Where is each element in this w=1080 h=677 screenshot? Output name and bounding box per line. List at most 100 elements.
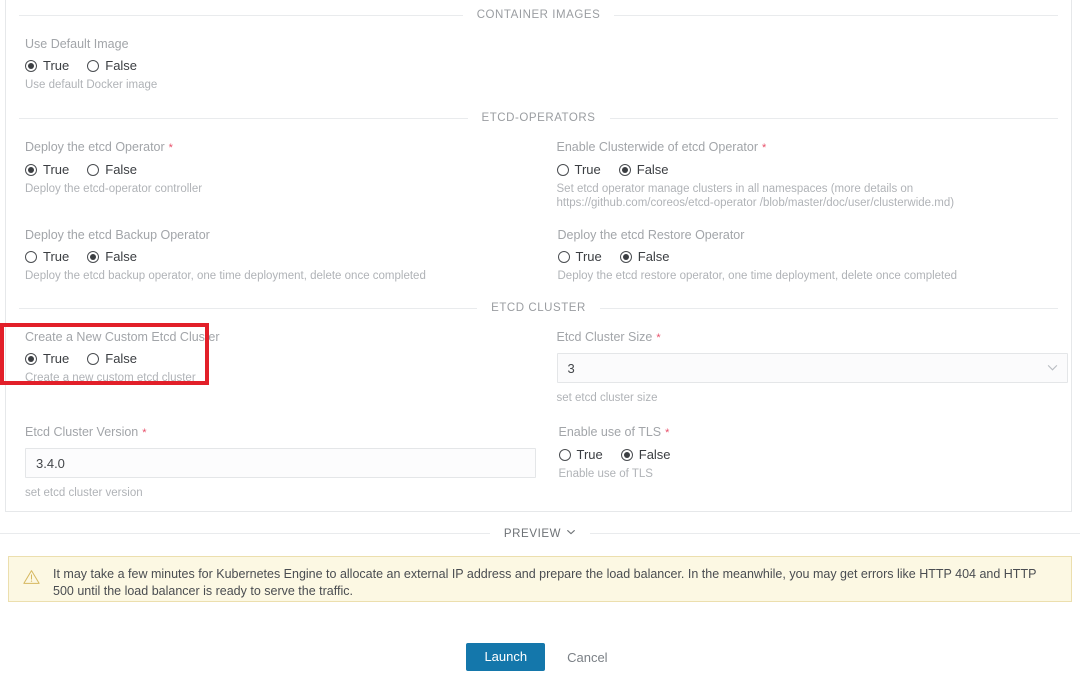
field-col-right: Enable use of TLS * True False Enable use… — [540, 405, 1072, 500]
required-asterisk: * — [168, 142, 173, 154]
radio-group-enable-tls[interactable]: True False — [558, 448, 1056, 462]
radio-input-true[interactable] — [556, 164, 569, 176]
field-label-text: Enable use of TLS — [558, 425, 662, 439]
radio-input-true[interactable] — [25, 164, 37, 176]
etcd-cluster-version-input[interactable] — [25, 448, 536, 478]
preview-rule-right — [590, 533, 1080, 534]
field-label-text: Deploy the etcd Operator — [25, 140, 165, 154]
required-asterisk: * — [656, 332, 661, 344]
field-etcd-cluster-version: Etcd Cluster Version* set etcd cluster v… — [25, 405, 536, 500]
radio-option-true[interactable]: True — [25, 352, 69, 366]
field-label: Enable use of TLS * — [559, 425, 1056, 441]
radio-group-create-custom-cluster[interactable]: True False — [25, 352, 522, 366]
field-row-cluster-2: Etcd Cluster Version* set etcd cluster v… — [6, 405, 1071, 500]
radio-option-false[interactable]: False — [618, 162, 669, 177]
section-rule-left — [19, 14, 463, 16]
field-col-left: Use Default Image True False Use default… — [6, 21, 539, 92]
radio-option-true[interactable]: True — [25, 163, 69, 177]
radio-option-false[interactable]: False — [619, 249, 670, 264]
chevron-down-icon[interactable] — [566, 527, 576, 540]
field-label: Deploy the etcd Operator * — [25, 140, 522, 156]
field-create-custom-cluster: Create a New Custom Etcd Cluster True Fa… — [25, 314, 522, 385]
radio-group-enable-clusterwide[interactable]: True False — [556, 162, 1056, 177]
radio-group-deploy-backup-operator[interactable]: True False — [25, 250, 523, 264]
radio-option-false[interactable]: False — [620, 448, 671, 462]
section-header-etcd-cluster: ETCD CLUSTER — [6, 283, 1071, 314]
radio-option-false[interactable]: False — [87, 250, 137, 264]
required-asterisk: * — [665, 427, 670, 439]
field-help-text: Set etcd operator manage clusters in all… — [556, 183, 955, 209]
preview-section-toggle[interactable]: PREVIEW — [0, 527, 1080, 540]
radio-option-true[interactable]: True — [25, 250, 69, 264]
warning-triangle-icon — [23, 569, 40, 590]
radio-option-false[interactable]: False — [87, 352, 137, 366]
field-label: Deploy the etcd Backup Operator — [25, 228, 523, 243]
radio-label-true: True — [43, 351, 70, 366]
select-value[interactable]: 3 — [556, 353, 1068, 383]
section-title: ETCD CLUSTER — [491, 302, 586, 314]
radio-group-deploy-restore-operator[interactable]: True False — [557, 249, 1056, 264]
field-help-text: Create a new custom etcd cluster — [25, 372, 196, 384]
radio-input-false[interactable] — [87, 60, 100, 72]
radio-option-true[interactable]: True — [556, 162, 601, 177]
warning-message: It may take a few minutes for Kubernetes… — [53, 567, 1037, 598]
deployment-config-page: CONTAINER IMAGES Use Default Image True … — [0, 0, 1080, 677]
field-col-right: Enable Clusterwide of etcd Operator * Tru… — [538, 124, 1072, 210]
field-col-right: Etcd Cluster Size * 3 set etcd cluster si… — [538, 314, 1072, 405]
radio-input-true[interactable] — [25, 251, 37, 263]
radio-input-true[interactable] — [25, 353, 37, 365]
radio-label-false: False — [637, 249, 670, 264]
field-help-text: Deploy the etcd-operator controller — [25, 183, 203, 195]
field-label: Deploy the etcd Restore Operator — [558, 228, 1056, 243]
radio-option-false[interactable]: False — [87, 59, 137, 73]
field-help-text: Deploy the etcd restore operator, one ti… — [557, 270, 958, 282]
field-deploy-backup-operator: Deploy the etcd Backup Operator True Fal… — [25, 210, 523, 283]
field-label-text: Use Default Image — [25, 37, 129, 51]
field-deploy-restore-operator: Deploy the etcd Restore Operator True Fa… — [557, 210, 1056, 283]
field-col-right — [539, 21, 1072, 92]
cancel-button[interactable]: Cancel — [561, 650, 613, 665]
radio-label-false: False — [105, 58, 138, 73]
section-header-etcd-operators: ETCD-OPERATORS — [6, 92, 1071, 124]
radio-input-false[interactable] — [618, 164, 631, 176]
radio-input-true[interactable] — [25, 60, 37, 72]
section-rule-left — [19, 307, 478, 309]
radio-label-true: True — [575, 249, 602, 264]
radio-label-true: True — [574, 162, 601, 177]
field-use-default-image: Use Default Image True False Use default… — [25, 21, 523, 92]
field-label: Etcd Cluster Version * — [25, 425, 524, 441]
field-col-right: Deploy the etcd Restore Operator True Fa… — [539, 210, 1072, 283]
field-help-text: Use default Docker image — [25, 79, 158, 91]
launch-button[interactable]: Launch — [466, 643, 546, 671]
field-label: Create a New Custom Etcd Cluster — [25, 330, 522, 345]
field-label-text: Deploy the etcd Backup Operator — [25, 228, 210, 242]
preview-toggle-label-wrap[interactable]: PREVIEW — [490, 527, 590, 540]
radio-label-true: True — [43, 162, 70, 177]
radio-option-true[interactable]: True — [558, 448, 603, 462]
field-help-text: Deploy the etcd backup operator, one tim… — [25, 270, 426, 282]
section-rule-right — [599, 307, 1058, 309]
field-label-text: Create a New Custom Etcd Cluster — [25, 330, 220, 344]
preview-label: PREVIEW — [503, 527, 562, 540]
radio-input-false[interactable] — [620, 449, 633, 461]
section-rule-left — [19, 117, 468, 119]
radio-label-false: False — [636, 162, 669, 177]
radio-input-false[interactable] — [87, 251, 100, 263]
radio-input-true[interactable] — [557, 251, 570, 263]
section-title: ETCD-OPERATORS — [481, 112, 596, 124]
section-title: CONTAINER IMAGES — [476, 9, 601, 21]
radio-input-false[interactable] — [87, 353, 100, 365]
form-card: CONTAINER IMAGES Use Default Image True … — [5, 0, 1072, 512]
field-enable-tls: Enable use of TLS * True False Enable use… — [558, 405, 1056, 481]
radio-option-false[interactable]: False — [87, 163, 137, 177]
field-row-container-images: Use Default Image True False Use default… — [6, 21, 1071, 92]
radio-option-true[interactable]: True — [25, 59, 69, 73]
radio-input-true[interactable] — [558, 449, 571, 461]
radio-input-false[interactable] — [619, 251, 632, 263]
radio-option-true[interactable]: True — [557, 249, 602, 264]
radio-group-use-default-image[interactable]: True False — [25, 59, 523, 73]
radio-input-false[interactable] — [87, 164, 100, 176]
etcd-cluster-size-select[interactable]: 3 — [556, 353, 1068, 383]
radio-group-deploy-etcd-operator[interactable]: True False — [25, 163, 522, 177]
action-bar: Launch Cancel — [0, 643, 1080, 671]
